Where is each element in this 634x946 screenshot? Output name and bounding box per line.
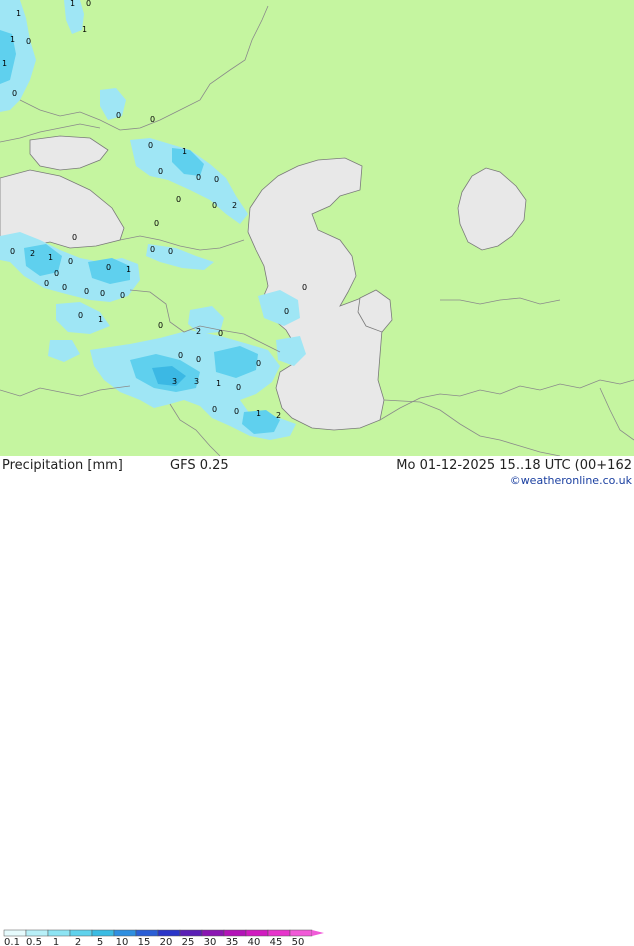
- legend-swatch: [91, 929, 115, 937]
- point-value-label: 0: [196, 355, 201, 364]
- legend-swatch: [245, 929, 269, 937]
- legend-swatch: [47, 929, 71, 937]
- legend-tick-label: 50: [292, 937, 305, 946]
- map-title: Precipitation [mm]: [2, 458, 123, 473]
- point-value-label: 1: [256, 409, 261, 418]
- legend-tick-label: 0.5: [26, 937, 42, 946]
- map-canvas: 11 01101 00 01000 000 200 02 10000 0 0 0 00 10000102…: [0, 0, 634, 456]
- legend-tick-label: 35: [226, 937, 239, 946]
- point-value-label: 0: [158, 167, 163, 176]
- legend-tick-label: 15: [138, 937, 151, 946]
- point-value-label: 3: [172, 377, 177, 386]
- point-value-label: 1: [48, 253, 53, 262]
- point-value-label: 1: [182, 147, 187, 156]
- legend-tick-label: 45: [270, 937, 283, 946]
- legend-tick-label: 10: [116, 937, 129, 946]
- legend-arrow: [312, 930, 324, 936]
- legend-tick-label: 0.1: [4, 937, 20, 946]
- legend-tick-label: 20: [160, 937, 173, 946]
- point-value-label: 1: [216, 379, 221, 388]
- point-value-label: 0: [218, 329, 223, 338]
- point-value-label: 0: [168, 247, 173, 256]
- point-value-label: 0: [302, 283, 307, 292]
- point-value-label: 0: [26, 37, 31, 46]
- point-value-label: 0: [214, 175, 219, 184]
- point-value-label: 0: [176, 195, 181, 204]
- point-value-label: 0: [10, 247, 15, 256]
- point-value-label: 1: [16, 9, 21, 18]
- point-value-label: 0: [12, 89, 17, 98]
- point-value-label: 2: [30, 249, 35, 258]
- legend-tick-label: 5: [97, 937, 103, 946]
- legend-tick-label: 40: [248, 937, 261, 946]
- point-value-label: 2: [232, 201, 237, 210]
- valid-time: Mo 01-12-2025 15..18 UTC (00+162: [396, 458, 632, 473]
- point-value-label: 0: [234, 407, 239, 416]
- point-value-label: 1: [2, 59, 7, 68]
- point-value-label: 0: [62, 283, 67, 292]
- legend-tick-label: 25: [182, 937, 195, 946]
- legend-swatch: [135, 929, 159, 937]
- point-value-label: 2: [276, 411, 281, 420]
- point-value-label: 0: [68, 257, 73, 266]
- point-value-label: 1: [126, 265, 131, 274]
- point-value-label: 0: [148, 141, 153, 150]
- point-value-label: 0: [54, 269, 59, 278]
- legend-swatch: [267, 929, 291, 937]
- point-value-label: 0: [236, 383, 241, 392]
- precipitation-legend: 0.1 0.5 1 2 5 10 15 20 25 30 35 40 45 50: [3, 929, 324, 946]
- legend-swatch: [289, 929, 313, 937]
- legend-swatch: [223, 929, 247, 937]
- point-value-label: 1: [70, 0, 75, 8]
- point-value-label: 2: [196, 327, 201, 336]
- legend-swatch: [113, 929, 137, 937]
- map-footer: Precipitation [mm] GFS 0.25 Mo 01-12-202…: [0, 456, 634, 946]
- point-value-label: 1: [98, 315, 103, 324]
- precipitation-map: 1101101000100000020002100000000010000102…: [0, 0, 634, 456]
- point-value-label: 3: [194, 377, 199, 386]
- legend-tick-label: 1: [53, 937, 59, 946]
- legend-swatch: [179, 929, 203, 937]
- point-value-label: 0: [100, 289, 105, 298]
- point-value-label: 0: [150, 245, 155, 254]
- model-name: GFS 0.25: [170, 458, 229, 473]
- point-value-label: 0: [154, 219, 159, 228]
- point-value-label: 0: [78, 311, 83, 320]
- credit-link[interactable]: ©weatheronline.co.uk: [510, 474, 632, 487]
- point-value-label: 0: [44, 279, 49, 288]
- point-value-label: 0: [284, 307, 289, 316]
- legend-tick-label: 2: [75, 937, 81, 946]
- point-value-label: 0: [150, 115, 155, 124]
- point-value-label: 0: [72, 233, 77, 242]
- point-value-label: 0: [120, 291, 125, 300]
- legend-swatch: [3, 929, 27, 937]
- legend-swatch: [69, 929, 93, 937]
- legend-swatch: [201, 929, 225, 937]
- point-value-label: 0: [106, 263, 111, 272]
- point-value-label: 1: [10, 35, 15, 44]
- point-value-label: 0: [116, 111, 121, 120]
- point-value-label: 0: [256, 359, 261, 368]
- legend-swatch: [157, 929, 181, 937]
- point-value-label: 1: [82, 25, 87, 34]
- point-value-label: 0: [196, 173, 201, 182]
- point-value-label: 0: [212, 201, 217, 210]
- point-value-label: 0: [84, 287, 89, 296]
- legend-tick-label: 30: [204, 937, 217, 946]
- point-value-label: 0: [212, 405, 217, 414]
- legend-swatch: [25, 929, 49, 937]
- point-value-label: 0: [158, 321, 163, 330]
- point-value-label: 0: [178, 351, 183, 360]
- point-value-label: 0: [86, 0, 91, 8]
